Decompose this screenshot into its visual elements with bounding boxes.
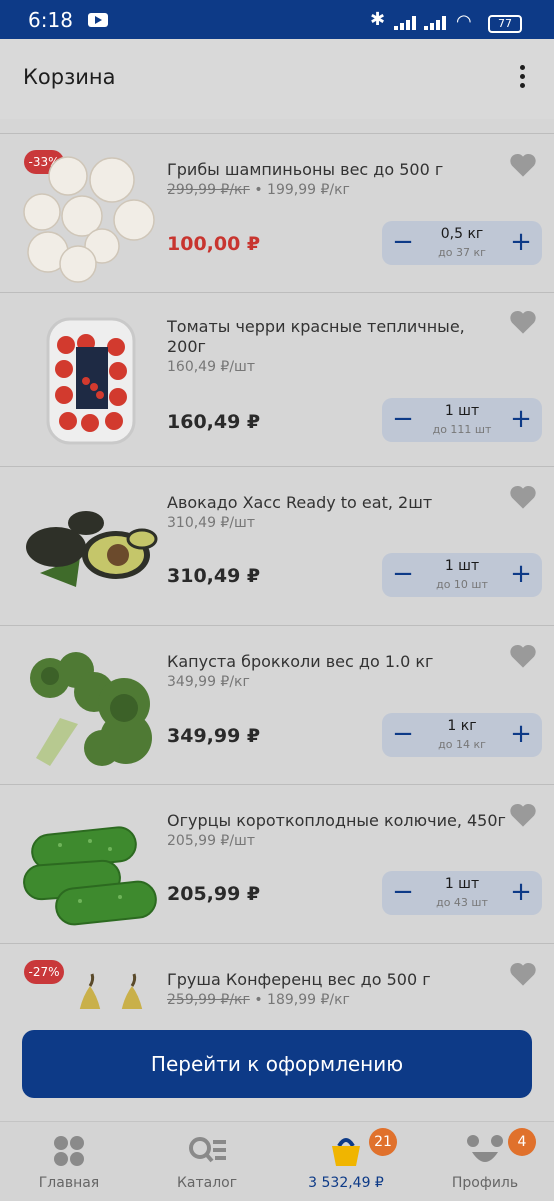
product-unit-price: 299,99 ₽/кг • 199,99 ₽/кг [167, 182, 350, 198]
cart-item: Огурцы короткоплодные колючие, 450г 205,… [0, 784, 554, 944]
quantity-max: до 37 кг [438, 246, 486, 259]
quantity-stepper[interactable]: − 0,5 кг до 37 кг + [382, 221, 542, 265]
quantity-stepper[interactable]: − 1 шт до 111 шт + [382, 398, 542, 442]
minus-icon[interactable]: − [390, 559, 416, 589]
bottom-navigation: Главная Каталог 21 3 532,49 ₽ 4 Профиль [0, 1121, 554, 1201]
product-price: 100,00 ₽ [167, 233, 261, 255]
plus-icon[interactable]: + [508, 404, 534, 434]
cart-item: Авокадо Хасс Ready to eat, 2шт 310,49 ₽/… [0, 466, 554, 626]
unit-price: 160,49 ₽/шт [167, 359, 256, 375]
pears-image [79, 973, 143, 1009]
youtube-notification-icon [88, 13, 108, 27]
unit-price: 349,99 ₽/кг [167, 674, 250, 690]
profile-count-badge: 4 [508, 1128, 536, 1156]
unit-price: • 189,99 ₽/кг [254, 992, 350, 1008]
cart-item: Капуста брокколи вес до 1.0 кг 349,99 ₽/… [0, 625, 554, 785]
unit-price: 205,99 ₽/шт [167, 833, 256, 849]
plus-icon[interactable]: + [508, 719, 534, 749]
plus-icon[interactable]: + [508, 877, 534, 907]
plus-icon[interactable]: + [508, 559, 534, 589]
tab-home-label: Главная [38, 1175, 100, 1191]
product-name[interactable]: Томаты черри красные тепличные, 200г [167, 317, 507, 357]
tab-home[interactable]: Главная [14, 1122, 124, 1201]
quantity-value: 1 шт [444, 876, 480, 892]
cart-list[interactable]: -33% Грибы шампиньоны вес до 500 г 299,9… [0, 119, 554, 1009]
checkout-button[interactable]: Перейти к оформлению [22, 1030, 532, 1098]
tab-profile-label: Профиль [451, 1175, 519, 1191]
wifi-icon: ◠ [456, 11, 472, 32]
cucumbers-image [23, 826, 157, 926]
cart-item: -27% Груша Конференц вес до 500 г 259,99… [0, 943, 554, 1009]
avocado-image [26, 511, 158, 587]
product-name[interactable]: Огурцы короткоплодные колючие, 450г [167, 811, 507, 831]
favorite-heart-icon[interactable] [509, 961, 537, 987]
product-name[interactable]: Груша Конференц вес до 500 г [167, 970, 507, 990]
cart-item: Томаты черри красные тепличные, 200г 160… [0, 292, 554, 467]
quantity-max: до 14 кг [438, 738, 486, 751]
product-price: 160,49 ₽ [167, 411, 261, 433]
favorite-heart-icon[interactable] [509, 152, 537, 178]
favorite-heart-icon[interactable] [509, 643, 537, 669]
catalog-search-icon [189, 1137, 226, 1163]
favorite-heart-icon[interactable] [509, 802, 537, 828]
more-options-icon[interactable] [512, 65, 532, 95]
cart-total-label: 3 532,49 ₽ [308, 1175, 384, 1191]
minus-icon[interactable]: − [390, 719, 416, 749]
minus-icon[interactable]: − [390, 227, 416, 257]
quantity-value: 1 кг [447, 718, 477, 734]
profile-icon [467, 1135, 503, 1162]
battery-icon: 77 [488, 15, 522, 33]
checkout-bar: Перейти к оформлению [0, 1009, 554, 1121]
broccoli-image [30, 652, 152, 766]
quantity-max: до 10 шт [436, 578, 488, 591]
tab-profile[interactable]: 4 Профиль [430, 1122, 540, 1201]
tab-catalog[interactable]: Каталог [152, 1122, 262, 1201]
page-title: Корзина [23, 65, 116, 89]
status-bar: 6:18 ✱ ◠ 77 [0, 0, 554, 39]
cherry-tomatoes-image [46, 317, 136, 445]
app-bar: Корзина [0, 39, 554, 119]
quantity-value: 1 шт [444, 403, 480, 419]
bluetooth-icon: ✱ [370, 9, 386, 30]
product-name[interactable]: Капуста брокколи вес до 1.0 кг [167, 652, 507, 672]
quantity-stepper[interactable]: − 1 шт до 43 шт + [382, 871, 542, 915]
signal-icon-2 [424, 14, 450, 30]
cart-count-badge: 21 [369, 1128, 397, 1156]
quantity-value: 1 шт [444, 558, 480, 574]
tab-catalog-label: Каталог [176, 1175, 238, 1191]
quantity-max: до 43 шт [436, 896, 488, 909]
status-time: 6:18 [28, 8, 73, 32]
product-unit-price: 259,99 ₽/кг • 189,99 ₽/кг [167, 992, 350, 1008]
minus-icon[interactable]: − [390, 404, 416, 434]
cart-bag-icon [332, 1138, 360, 1166]
old-price: 259,99 ₽/кг [167, 992, 250, 1008]
favorite-heart-icon[interactable] [509, 484, 537, 510]
product-name[interactable]: Грибы шампиньоны вес до 500 г [167, 160, 507, 180]
quantity-max: до 111 шт [432, 423, 492, 436]
unit-price: 310,49 ₽/шт [167, 515, 256, 531]
favorite-heart-icon[interactable] [509, 309, 537, 335]
tab-cart[interactable]: 21 3 532,49 ₽ [291, 1122, 401, 1201]
minus-icon[interactable]: − [390, 877, 416, 907]
mushrooms-image [23, 156, 155, 283]
unit-price: • 199,99 ₽/кг [254, 182, 350, 198]
product-price: 349,99 ₽ [167, 725, 261, 747]
product-name[interactable]: Авокадо Хасс Ready to eat, 2шт [167, 493, 507, 513]
old-price: 299,99 ₽/кг [167, 182, 250, 198]
quantity-stepper[interactable]: − 1 шт до 10 шт + [382, 553, 542, 597]
plus-icon[interactable]: + [508, 227, 534, 257]
signal-icon [394, 14, 420, 30]
product-price: 310,49 ₽ [167, 565, 261, 587]
quantity-stepper[interactable]: − 1 кг до 14 кг + [382, 713, 542, 757]
product-price: 205,99 ₽ [167, 883, 261, 905]
quantity-value: 0,5 кг [440, 226, 484, 242]
home-icon [54, 1136, 84, 1166]
cart-item: -33% Грибы шампиньоны вес до 500 г 299,9… [0, 133, 554, 293]
